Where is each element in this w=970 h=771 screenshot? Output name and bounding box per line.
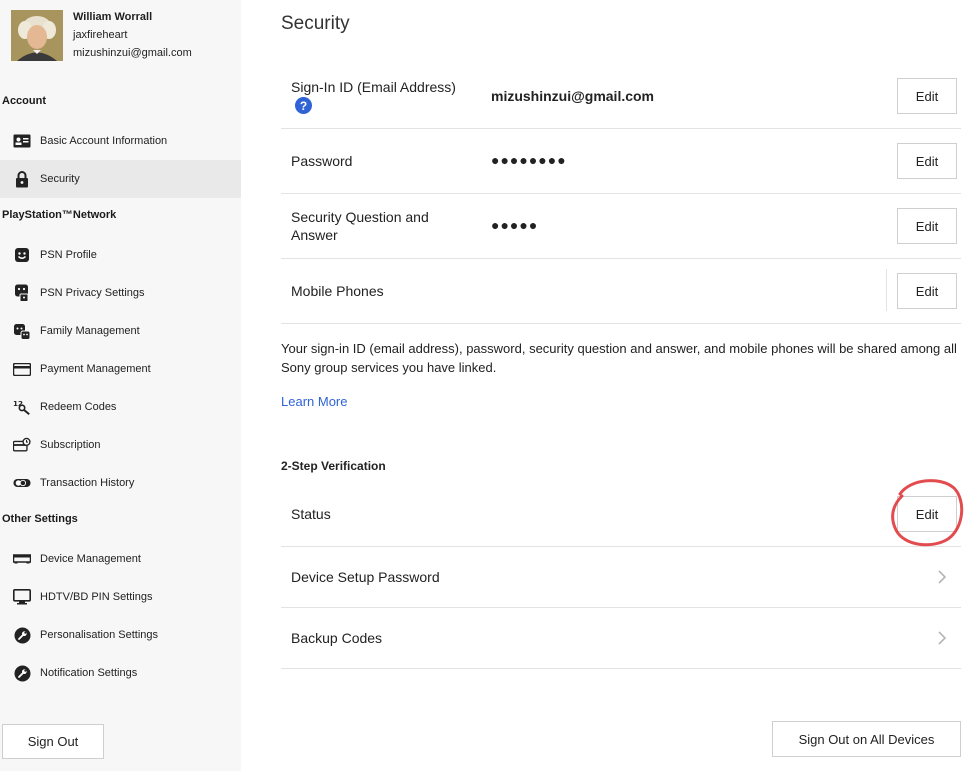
sidebar-item-hdtv-bd-pin-settings[interactable]: HDTV/BD PIN Settings [0, 578, 241, 616]
row-label: Mobile Phones [291, 283, 384, 299]
sidebar-item-psn-privacy-settings[interactable]: PSN Privacy Settings [0, 274, 241, 312]
two-step-verification-heading: 2-Step Verification [281, 459, 386, 473]
sidebar-item-psn-profile[interactable]: PSN Profile [0, 236, 241, 274]
row-security-question: Security Question and Answer ●●●●● Edit [281, 194, 961, 259]
row-label: Security Question and Answer [291, 209, 429, 243]
subscription-icon [13, 436, 31, 454]
sidebar-item-label: Notification Settings [40, 667, 138, 679]
section-playstation-network: PlayStation™Network [2, 209, 117, 221]
profile-username: jaxfireheart [73, 29, 128, 41]
section-other-settings: Other Settings [2, 513, 78, 525]
sidebar-item-subscription[interactable]: Subscription [0, 426, 241, 464]
lock-icon [13, 170, 31, 188]
sidebar-item-basic-account-information[interactable]: Basic Account Information [0, 122, 241, 160]
id-card-icon [13, 132, 31, 150]
sign-out-all-devices-button[interactable]: Sign Out on All Devices [772, 721, 961, 757]
section-account: Account [2, 95, 46, 107]
sidebar-item-label: PSN Profile [40, 249, 97, 261]
sidebar-item-security[interactable]: Security [0, 160, 241, 198]
svg-text:12: 12 [13, 399, 23, 408]
sidebar-item-label: Security [40, 173, 80, 185]
sidebar: William Worrall jaxfireheart mizushinzui… [0, 0, 241, 771]
sidebar-item-label: Family Management [40, 325, 140, 337]
password-value: ●●●●●●●● [491, 152, 567, 168]
row-mobile-phones: Mobile Phones Edit [281, 259, 961, 324]
learn-more-link[interactable]: Learn More [281, 394, 347, 409]
sidebar-item-family-management[interactable]: Family Management [0, 312, 241, 350]
wrench-icon [13, 626, 31, 644]
transaction-icon [13, 474, 31, 492]
device-icon [13, 550, 31, 568]
sidebar-item-label: Basic Account Information [40, 135, 168, 147]
info-text: Your sign-in ID (email address), passwor… [281, 341, 957, 375]
sidebar-item-redeem-codes[interactable]: 12 Redeem Codes [0, 388, 241, 426]
sidebar-item-transaction-history[interactable]: Transaction History [0, 464, 241, 502]
row-label: Status [291, 506, 331, 522]
monitor-icon [13, 588, 31, 606]
sidebar-item-label: Personalisation Settings [40, 629, 159, 641]
sidebar-item-device-management[interactable]: Device Management [0, 540, 241, 578]
help-icon[interactable]: ? [295, 97, 312, 114]
privacy-icon [13, 284, 31, 302]
sidebar-item-label: HDTV/BD PIN Settings [40, 591, 153, 603]
sidebar-item-payment-management[interactable]: Payment Management [0, 350, 241, 388]
row-password: Password ●●●●●●●● Edit [281, 129, 961, 194]
sidebar-item-label: Transaction History [40, 477, 135, 489]
row-label: Backup Codes [291, 630, 383, 646]
security-answer-value: ●●●●● [491, 217, 539, 233]
profile-name: William Worrall [73, 11, 153, 23]
row-label: Sign-In ID (Email Address) [291, 79, 456, 95]
edit-2sv-status-button[interactable]: Edit [897, 496, 957, 532]
edit-mobile-phones-button[interactable]: Edit [897, 273, 957, 309]
sidebar-item-notification-settings[interactable]: Notification Settings [0, 654, 241, 692]
sidebar-item-label: Redeem Codes [40, 401, 117, 413]
row-sign-in-id: Sign-In ID (Email Address) ? mizushinzui… [281, 64, 961, 129]
family-icon [13, 322, 31, 340]
redeem-code-icon: 12 [13, 398, 31, 416]
sidebar-item-label: Device Management [40, 553, 141, 565]
credit-card-icon [13, 360, 31, 378]
chevron-right-icon [938, 631, 947, 645]
sign-in-id-value: mizushinzui@gmail.com [491, 88, 655, 104]
row-label: Password [291, 153, 353, 169]
edit-security-question-button[interactable]: Edit [897, 208, 957, 244]
sign-out-button[interactable]: Sign Out [2, 724, 104, 759]
row-device-setup-password[interactable]: Device Setup Password [281, 547, 961, 608]
wrench-icon [13, 664, 31, 682]
smiley-face-icon [13, 246, 31, 264]
page-title: Security [281, 13, 350, 34]
row-label: Device Setup Password [291, 569, 440, 585]
edit-sign-in-id-button[interactable]: Edit [897, 78, 957, 114]
row-backup-codes[interactable]: Backup Codes [281, 608, 961, 669]
sidebar-item-personalisation-settings[interactable]: Personalisation Settings [0, 616, 241, 654]
sidebar-item-label: Subscription [40, 439, 101, 451]
edit-password-button[interactable]: Edit [897, 143, 957, 179]
divider [886, 269, 887, 311]
sidebar-item-label: Payment Management [40, 363, 151, 375]
chevron-right-icon [938, 570, 947, 584]
sidebar-item-label: PSN Privacy Settings [40, 287, 145, 299]
profile-email: mizushinzui@gmail.com [73, 47, 192, 59]
avatar [11, 10, 63, 61]
row-2sv-status: Status Edit [281, 482, 961, 547]
